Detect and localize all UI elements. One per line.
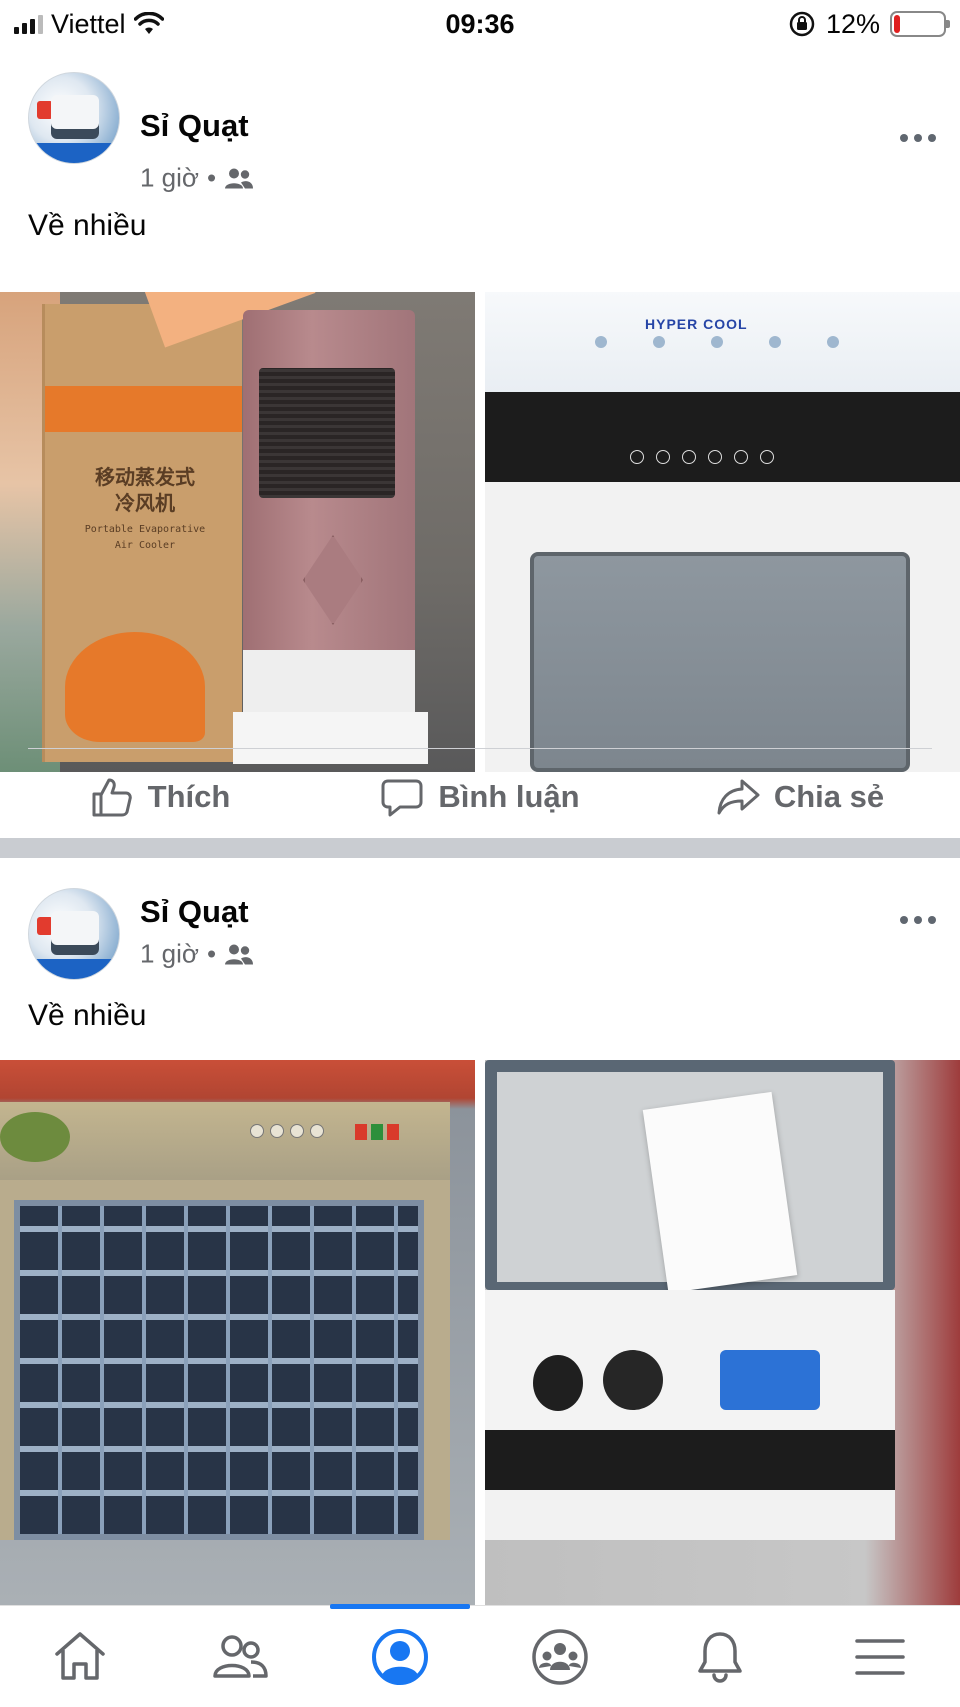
product-photo[interactable]: HYPER COOL xyxy=(485,292,960,772)
bottom-tab-bar xyxy=(0,1603,960,1707)
tab-menu[interactable] xyxy=(820,1612,940,1702)
signal-icon xyxy=(14,14,43,34)
wifi-icon xyxy=(133,12,164,34)
battery-percent: 12% xyxy=(825,8,880,39)
tab-friends[interactable] xyxy=(180,1612,300,1702)
comment-icon xyxy=(381,779,423,817)
product-photo[interactable] xyxy=(485,1060,960,1605)
menu-icon xyxy=(855,1638,905,1675)
action-bar: Thích Bình luận Chia sẻ xyxy=(0,752,960,842)
status-time: 09:36 xyxy=(445,8,515,39)
status-right: 12% xyxy=(788,8,950,40)
carrier-name: Viettel xyxy=(51,8,126,39)
post-meta: 1 giờ • xyxy=(140,939,254,970)
like-label: Thích xyxy=(147,779,231,814)
post-images xyxy=(0,1060,960,1605)
share-label: Chia sẻ xyxy=(773,779,885,814)
like-button[interactable]: Thích xyxy=(0,775,320,819)
post-images: 移动蒸发式 冷风机 Portable Evaporative Air Coole… xyxy=(0,292,960,772)
rotation-lock-icon xyxy=(789,11,815,37)
post-author[interactable]: Sỉ Quạt xyxy=(140,108,249,144)
feed-post: Sỉ Quạt 1 giờ • Về nhiều xyxy=(0,860,960,1605)
meta-separator: • xyxy=(206,162,217,193)
groups-icon xyxy=(532,1628,588,1685)
box-label-cn: 移动蒸发式 冷风机 xyxy=(95,465,195,515)
status-bar: Viettel 09:36 12% xyxy=(0,0,960,48)
friends-tab-icon xyxy=(213,1634,268,1678)
post-time[interactable]: 1 giờ xyxy=(140,939,199,970)
tab-notifications[interactable] xyxy=(660,1612,780,1702)
tab-groups[interactable] xyxy=(500,1612,620,1702)
post-time[interactable]: 1 giờ xyxy=(140,163,199,194)
box-label-en: Portable Evaporative Air Cooler xyxy=(84,524,206,551)
meta-separator: • xyxy=(206,938,217,969)
thumbs-up-icon xyxy=(92,778,132,817)
post-author[interactable]: Sỉ Quạt xyxy=(140,894,249,930)
home-icon xyxy=(55,1631,105,1680)
page: Viettel 09:36 12% Sỉ Quạt 1 giờ • Về nhi… xyxy=(0,0,960,1707)
post-meta: 1 giờ • xyxy=(140,163,254,194)
avatar[interactable] xyxy=(28,72,120,164)
post-text: Về nhiều xyxy=(28,999,147,1032)
share-button[interactable]: Chia sẻ xyxy=(640,775,960,819)
cooler-brand-text: HYPER COOL xyxy=(645,316,748,332)
share-icon xyxy=(717,779,760,815)
more-options-button[interactable] xyxy=(900,134,936,142)
divider xyxy=(28,748,932,749)
tab-home[interactable] xyxy=(20,1612,140,1702)
comment-label: Bình luận xyxy=(438,779,580,814)
friends-icon xyxy=(225,168,254,188)
product-photo[interactable] xyxy=(0,1060,475,1605)
avatar[interactable] xyxy=(28,888,120,980)
friends-icon xyxy=(225,944,254,964)
profile-icon xyxy=(372,1628,428,1685)
product-photo[interactable]: 移动蒸发式 冷风机 Portable Evaporative Air Coole… xyxy=(0,292,475,772)
comment-button[interactable]: Bình luận xyxy=(320,775,640,819)
battery-icon xyxy=(890,11,950,37)
tab-profile[interactable] xyxy=(330,1603,470,1702)
more-options-button[interactable] xyxy=(900,916,936,924)
bell-icon xyxy=(698,1631,742,1683)
status-left: Viettel xyxy=(14,9,164,40)
post-separator xyxy=(0,838,960,858)
feed-post: Sỉ Quạt 1 giờ • Về nhiều 移动蒸发式 冷风机 Porta… xyxy=(0,48,960,838)
post-text: Về nhiều xyxy=(28,209,147,242)
